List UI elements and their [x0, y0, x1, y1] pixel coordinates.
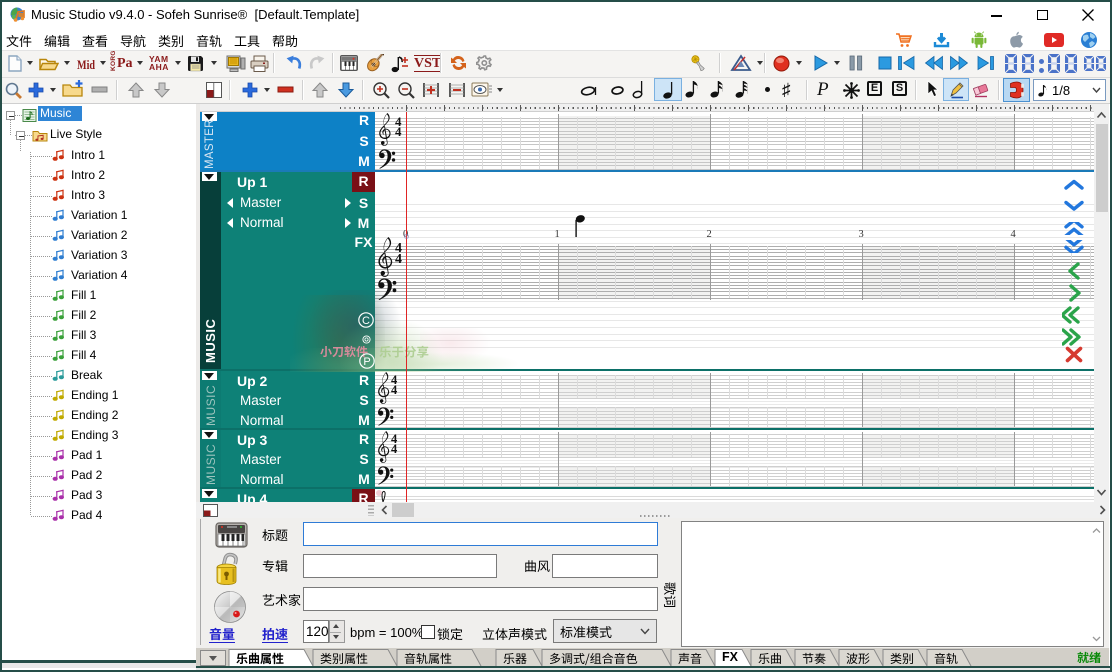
svg-text:C: C — [362, 315, 370, 327]
svg-text:P: P — [363, 356, 370, 368]
